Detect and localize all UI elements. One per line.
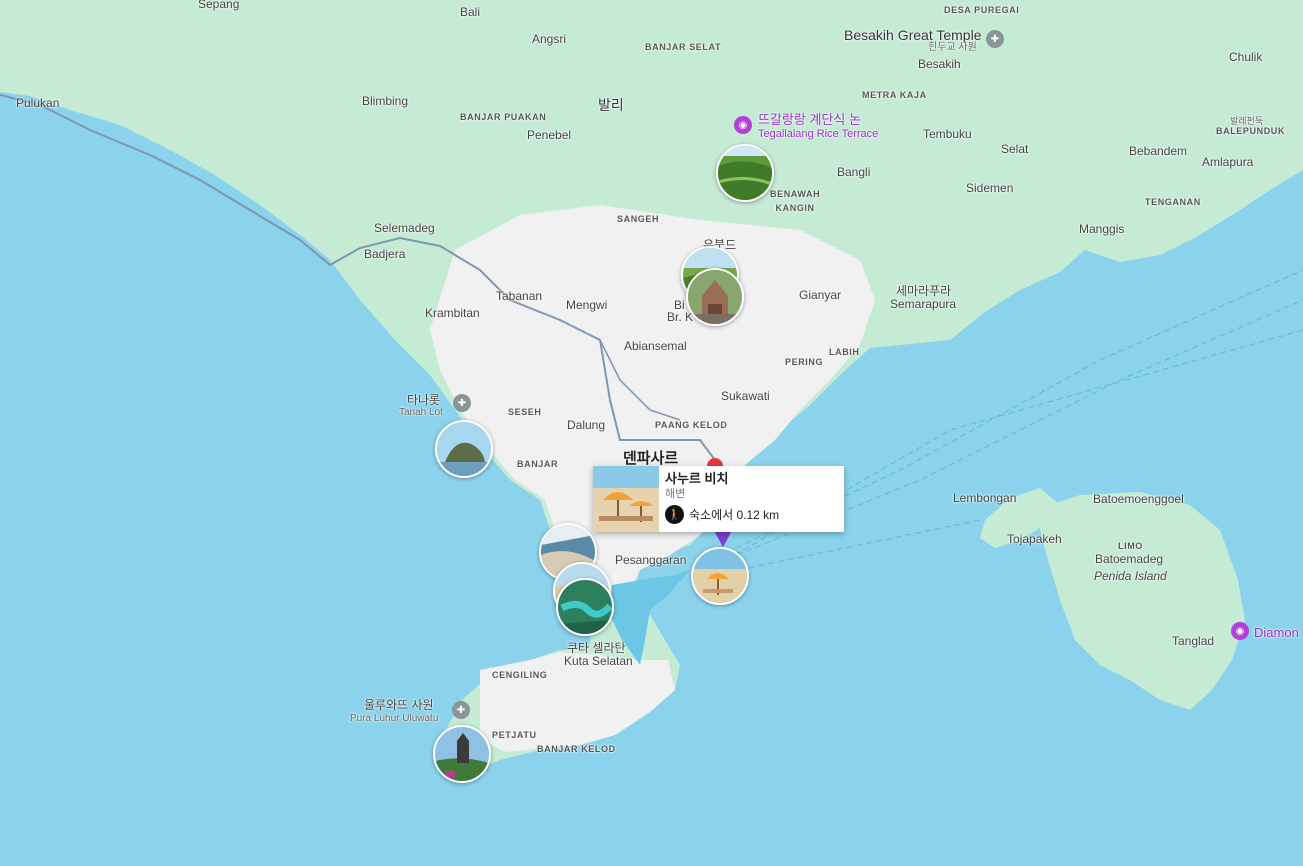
tanah-lot-photo <box>437 422 491 476</box>
label-sidemen: Sidemen <box>966 181 1014 195</box>
label-penida-island: Penida Island <box>1094 569 1167 583</box>
temple-icon[interactable]: ✚ <box>453 394 471 412</box>
label-balepunduk: BALEPUNDUK <box>1216 126 1285 136</box>
label-banjar-kelod: BANJAR KELOD <box>537 744 616 754</box>
label-pulukan: Pulukan <box>16 96 60 110</box>
label-bangli: Bangli <box>837 165 871 179</box>
label-besakih: Besakih <box>918 57 961 71</box>
uluwatu-photo <box>435 727 489 781</box>
label-seseh: SESEH <box>508 407 542 417</box>
label-pesanggaran: Pesanggaran <box>615 553 687 567</box>
label-diamond[interactable]: Diamon <box>1254 626 1299 640</box>
place-title: 사누르 비치 <box>665 471 729 486</box>
label-labih: LABIH <box>829 347 860 357</box>
label-blimbing: Blimbing <box>362 94 409 108</box>
label-pering: PERING <box>785 357 824 367</box>
label-tanglad: Tanglad <box>1172 634 1215 648</box>
temple-photo <box>688 270 742 324</box>
label-banjar-selat: BANJAR SELAT <box>645 42 722 52</box>
photo-marker-ubud-2[interactable] <box>686 268 744 326</box>
label-metra-kaja: METRA KAJA <box>862 90 927 100</box>
photo-marker-sanur-beach[interactable] <box>691 547 749 605</box>
camera-icon[interactable]: ◉ <box>1231 622 1249 640</box>
temple-icon[interactable]: ✚ <box>452 701 470 719</box>
photo-marker-uluwatu[interactable] <box>433 725 491 783</box>
label-denpasar-kr: 덴파사르 <box>623 450 679 467</box>
label-mengwi: Mengwi <box>566 298 608 312</box>
temple-icon[interactable]: ✚ <box>986 30 1004 48</box>
label-tembuku: Tembuku <box>923 127 972 141</box>
map-canvas[interactable]: Sepang Bali Angsri BANJAR SELAT DESA PUR… <box>0 0 1303 866</box>
label-tanahlot-en[interactable]: Tanah Lot <box>399 406 443 420</box>
label-limo: LIMO <box>1118 541 1143 551</box>
label-selat: Selat <box>1001 142 1029 156</box>
label-semarapura-kr: 세마라푸라 <box>896 284 952 298</box>
label-hindu-temple: 힌두교 사원 <box>928 42 977 53</box>
label-gianyar: Gianyar <box>799 288 842 302</box>
label-benawah-kangin: BENAWAH KANGIN <box>770 189 821 213</box>
label-bebandem: Bebandem <box>1129 144 1188 158</box>
label-batoemoenggoel: Batoemoenggoel <box>1093 492 1184 506</box>
waterpark-photo <box>558 580 612 634</box>
label-petjatu: PETJATU <box>492 730 537 740</box>
map-base-layer <box>0 0 1303 866</box>
label-sepang: Sepang <box>198 0 240 11</box>
label-uluwatu-kr[interactable]: 울루와뜨 사원 <box>364 698 434 712</box>
label-tabanan: Tabanan <box>496 289 543 303</box>
label-besakih-temple: Besakih Great Temple <box>844 27 982 43</box>
label-tegallalang-en[interactable]: Tegallalang Rice Terrace <box>758 127 878 141</box>
label-tanahlot-kr[interactable]: 타나롯 <box>407 393 440 407</box>
label-abiansemal: Abiansemal <box>624 339 687 353</box>
photo-marker-waterpark[interactable] <box>556 578 614 636</box>
label-tojapakeh: Tojapakeh <box>1007 532 1062 546</box>
label-dalung: Dalung <box>567 418 606 432</box>
label-banjar: BANJAR <box>517 459 559 469</box>
label-paang-kelod: PAANG KELOD <box>655 420 728 430</box>
label-tegallalang-kr[interactable]: 뜨갈랑랑 계단식 논 <box>758 113 861 127</box>
walking-person-icon: 🚶 <box>665 505 684 524</box>
label-sukawati: Sukawati <box>721 389 770 403</box>
sanur-beach-card-photo <box>593 466 659 532</box>
label-uluwatu-en[interactable]: Pura Luhur Uluwatu <box>350 712 438 726</box>
place-photo[interactable] <box>593 466 659 532</box>
label-badjera: Badjera <box>364 247 406 261</box>
label-tenganan: TENGANAN <box>1145 197 1201 207</box>
label-amlapura: Amlapura <box>1202 155 1254 169</box>
label-penebel: Penebel <box>527 128 572 142</box>
label-sangeh: SANGEH <box>617 214 660 224</box>
place-distance: 숙소에서 0.12 km <box>689 508 780 522</box>
label-kuta-selatan-kr: 쿠타 셀라탄 <box>567 641 626 655</box>
sanur-beach-photo <box>693 549 747 603</box>
label-bali-kr: 발리 <box>598 97 624 113</box>
place-info-card[interactable]: 사누르 비치 해변 🚶 숙소에서 0.12 km <box>593 466 844 532</box>
label-krambitan: Krambitan <box>425 306 480 320</box>
label-batoemadeg: Batoemadeg <box>1095 552 1164 566</box>
label-semarapura: Semarapura <box>890 297 957 311</box>
label-cengiling: CENGILING <box>492 670 548 680</box>
place-category: 해변 <box>665 488 686 500</box>
label-kuta-selatan: Kuta Selatan <box>564 654 633 668</box>
label-lembongan: Lembongan <box>953 491 1017 505</box>
label-banjar-puakan: BANJAR PUAKAN <box>460 112 547 122</box>
label-br-k: Br. K <box>667 310 694 324</box>
photo-marker-tegallalang[interactable] <box>716 144 774 202</box>
camera-icon[interactable]: ◉ <box>734 116 752 134</box>
label-selemadeg: Selemadeg <box>374 221 435 235</box>
label-bali-top: Bali <box>460 5 481 19</box>
rice-terrace-photo <box>718 146 772 200</box>
label-chulik: Chulik <box>1229 50 1263 64</box>
label-manggis: Manggis <box>1079 222 1125 236</box>
label-desa-puregai: DESA PUREGAI <box>944 5 1020 15</box>
photo-marker-tanah-lot[interactable] <box>435 420 493 478</box>
label-angsri: Angsri <box>532 32 567 46</box>
